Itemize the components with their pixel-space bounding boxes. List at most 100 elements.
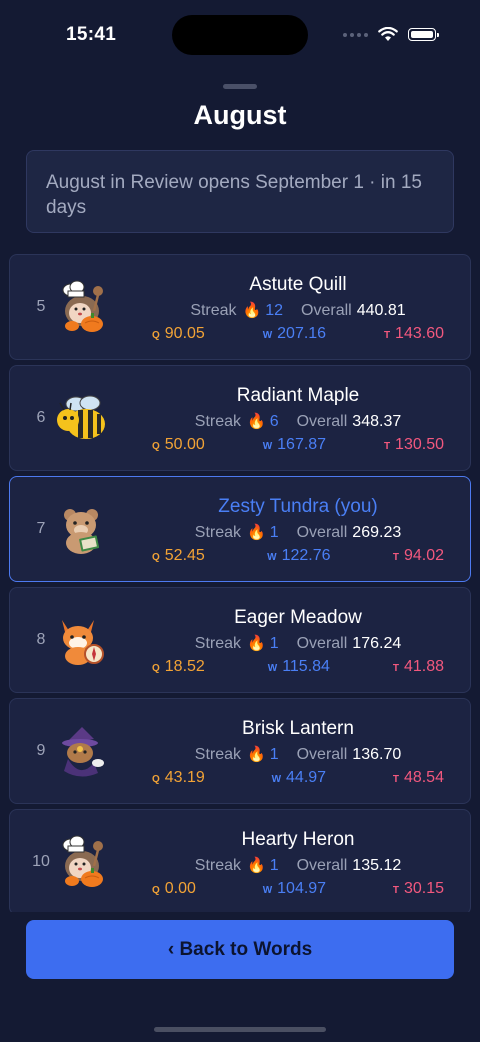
- w-score: W 44.97: [272, 767, 327, 788]
- w-key: W: [262, 330, 273, 341]
- w-key: W: [267, 552, 277, 563]
- player-info: Brisk Lantern Streak 🔥 1 Overall 136.70 Q 43.19…: [126, 717, 470, 788]
- score-breakdown: Q 0.00 W 104.97 T 30.15: [152, 878, 444, 899]
- bear-reading-book-avatar: [54, 501, 110, 557]
- q-score: Q 0.00: [152, 878, 196, 899]
- w-value: 115.84: [282, 658, 330, 675]
- leaderboard-row[interactable]: 8 Eager Meadow Streak 🔥 1 Overall 176.24 Q 18.5…: [9, 587, 471, 693]
- stats-row: Streak 🔥 1 Overall 176.24: [126, 633, 470, 654]
- rank-number: 6: [36, 409, 46, 426]
- flame-icon: 🔥: [247, 857, 266, 874]
- player-info: Zesty Tundra (you) Streak 🔥 1 Overall 269.23 Q…: [126, 495, 470, 566]
- score-breakdown: Q 43.19 W 44.97 T 48.54: [152, 767, 444, 788]
- stats-row: Streak 🔥 1 Overall 136.70: [126, 744, 470, 765]
- leaderboard-row[interactable]: 5 Astute Quill Streak 🔥 12 Overall 440.81 Q 90.…: [9, 254, 471, 360]
- streak-value: 6: [269, 413, 279, 430]
- overall-label: Overall: [301, 302, 352, 319]
- chef-hedgehog-pumpkin-avatar: [54, 279, 110, 335]
- score-breakdown: Q 50.00 W 167.87 T 130.50: [152, 434, 444, 455]
- streak-label: Streak: [190, 302, 237, 319]
- w-value: 167.87: [277, 436, 327, 453]
- overall-label: Overall: [296, 413, 348, 430]
- home-indicator[interactable]: [154, 1027, 326, 1032]
- back-to-words-button[interactable]: ‹ Back to Words: [26, 920, 454, 979]
- battery-icon: [408, 28, 439, 41]
- t-key: T: [383, 441, 391, 452]
- flame-icon: 🔥: [247, 524, 266, 541]
- overall-value: 348.37: [352, 413, 402, 430]
- t-score: T 94.02: [393, 545, 444, 566]
- t-score: T 41.88: [393, 656, 444, 677]
- player-name: Astute Quill: [249, 274, 347, 295]
- w-score: W 115.84: [268, 656, 330, 677]
- w-score: W 167.87: [263, 434, 326, 455]
- q-value: 0.00: [164, 880, 196, 897]
- review-notice: August in Review opens September 1 · in …: [26, 150, 454, 233]
- t-value: 48.54: [403, 769, 444, 786]
- w-key: W: [262, 441, 273, 452]
- q-score: Q 52.45: [152, 545, 205, 566]
- leaderboard-row[interactable]: 10 Hearty Heron Streak 🔥 1 Overall 135.12 Q 0.0…: [9, 809, 471, 912]
- q-score: Q 50.00: [152, 434, 205, 455]
- w-value: 122.76: [281, 547, 331, 564]
- fox-compass-avatar: [54, 612, 110, 668]
- player-info: Eager Meadow Streak 🔥 1 Overall 176.24 Q 18.52 W…: [126, 606, 470, 677]
- t-key: T: [392, 885, 399, 896]
- leaderboard-row[interactable]: 6 Radiant Maple Streak 🔥 6 Overall 348.37 Q 50.…: [9, 365, 471, 471]
- q-value: 90.05: [164, 325, 205, 342]
- overall-label: Overall: [296, 857, 348, 874]
- q-score: Q 18.52: [152, 656, 205, 677]
- rank-number: 7: [36, 520, 46, 537]
- overall-label: Overall: [296, 746, 348, 763]
- page-title: August: [193, 100, 287, 130]
- leaderboard-screen: 15:41 August August in Review opens Sept…: [0, 0, 480, 1042]
- dynamic-island: [172, 15, 308, 55]
- w-score: W 122.76: [267, 545, 330, 566]
- chef-hedgehog-pumpkin-avatar: [54, 834, 110, 890]
- player-info: Hearty Heron Streak 🔥 1 Overall 135.12 Q 0.00 W 1…: [126, 828, 470, 899]
- w-key: W: [267, 663, 278, 674]
- score-breakdown: Q 18.52 W 115.84 T 41.88: [152, 656, 444, 677]
- leaderboard-list[interactable]: 5 Astute Quill Streak 🔥 12 Overall 440.81 Q 90.…: [9, 254, 471, 912]
- q-value: 50.00: [164, 436, 205, 453]
- overall-value: 269.23: [352, 524, 402, 541]
- leaderboard-row-current-user[interactable]: 7 Zesty Tundra (you) Streak 🔥 1 Overall 269.2…: [9, 476, 471, 582]
- wizard-fox-avatar: [54, 723, 110, 779]
- t-value: 30.15: [403, 880, 444, 897]
- t-score: T 130.50: [384, 434, 444, 455]
- q-score: Q 90.05: [152, 323, 205, 344]
- q-key: Q: [152, 774, 160, 785]
- t-score: T 143.60: [384, 323, 444, 344]
- q-key: Q: [152, 330, 160, 341]
- flame-icon: 🔥: [247, 413, 266, 430]
- q-value: 52.45: [164, 547, 205, 564]
- stats-row: Streak 🔥 1 Overall 135.12: [126, 855, 470, 876]
- player-name: Eager Meadow: [234, 607, 362, 628]
- q-key: Q: [152, 885, 160, 896]
- flame-icon: 🔥: [247, 635, 266, 652]
- stats-row: Streak 🔥 12 Overall 440.81: [126, 300, 470, 321]
- status-time: 15:41: [66, 24, 117, 45]
- player-name: Radiant Maple: [236, 385, 360, 406]
- t-key: T: [392, 552, 399, 563]
- overall-value: 440.81: [356, 302, 406, 319]
- w-value: 207.16: [277, 325, 327, 342]
- q-key: Q: [152, 663, 160, 674]
- score-breakdown: Q 90.05 W 207.16 T 143.60: [152, 323, 444, 344]
- status-icons: [343, 27, 439, 42]
- sheet-grabber[interactable]: [223, 84, 257, 89]
- streak-label: Streak: [194, 635, 242, 652]
- leaderboard-row[interactable]: 9 Brisk Lantern Streak 🔥 1 Overall 136.70 Q 43.…: [9, 698, 471, 804]
- streak-value: 12: [265, 302, 284, 319]
- w-value: 104.97: [277, 880, 327, 897]
- stats-row: Streak 🔥 6 Overall 348.37: [126, 411, 470, 432]
- q-score: Q 43.19: [152, 767, 205, 788]
- t-score: T 48.54: [393, 767, 444, 788]
- t-key: T: [383, 330, 391, 341]
- streak-label: Streak: [194, 413, 242, 430]
- w-value: 44.97: [286, 769, 327, 786]
- t-value: 130.50: [395, 436, 444, 453]
- overall-label: Overall: [296, 524, 348, 541]
- rank-number: 8: [36, 631, 46, 648]
- q-value: 43.19: [164, 769, 205, 786]
